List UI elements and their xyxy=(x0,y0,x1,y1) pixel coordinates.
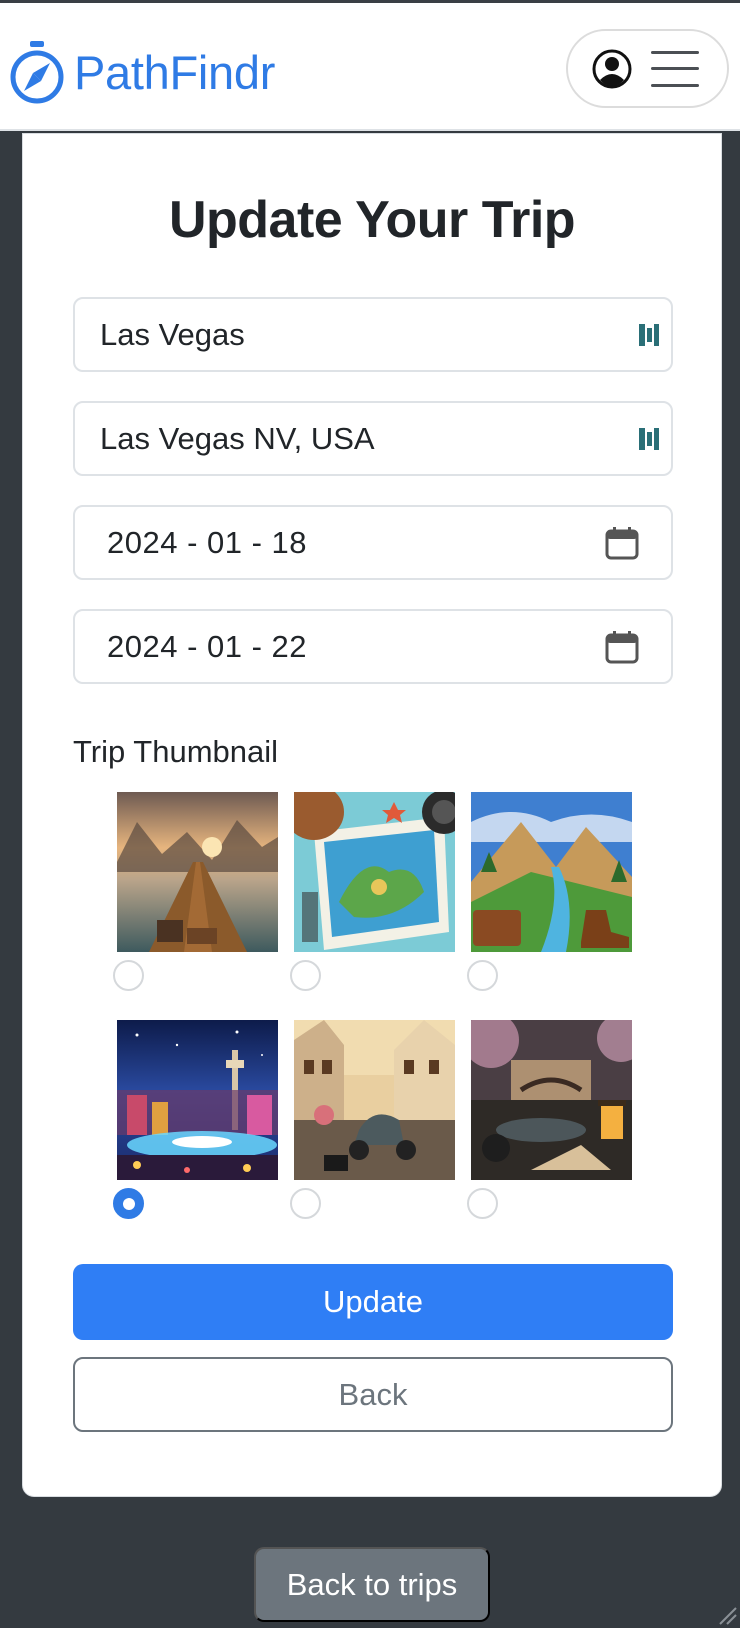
page-title: Update Your Trip xyxy=(168,191,576,249)
thumbnail-label: Trip Thumbnail xyxy=(73,734,279,769)
thumbnail-radio-european-street[interactable] xyxy=(290,1188,321,1219)
destination-field[interactable]: Las Vegas NV, USA xyxy=(73,401,673,476)
thumbnail-european-street[interactable] xyxy=(294,1020,455,1180)
user-circle-icon xyxy=(592,49,632,88)
thumbnail-radio-pier-sunset[interactable] xyxy=(113,960,144,991)
account-menu-button[interactable] xyxy=(566,29,729,108)
navbar: PathFindr xyxy=(0,0,740,131)
thumbnail-pier-sunset[interactable] xyxy=(117,792,278,952)
thumbnail-travel-map[interactable] xyxy=(294,792,455,952)
destination-value: Las Vegas NV, USA xyxy=(100,420,375,456)
thumbnail-mountain-valley[interactable] xyxy=(471,792,632,952)
thumbnail-radio-asian-garden[interactable] xyxy=(467,1188,498,1219)
password-manager-icon[interactable] xyxy=(637,424,661,454)
thumbnail-las-vegas[interactable] xyxy=(117,1020,278,1180)
compass-icon xyxy=(10,41,64,104)
brand-link[interactable]: PathFindr xyxy=(8,39,275,105)
end-date-value: 2024 - 01 - 22 xyxy=(107,628,308,664)
trip-name-value: Las Vegas xyxy=(100,316,245,352)
calendar-icon[interactable] xyxy=(605,630,639,664)
update-button[interactable]: Update xyxy=(73,1264,673,1340)
start-date-field[interactable]: 2024 - 01 - 18 xyxy=(73,505,673,580)
back-button[interactable]: Back xyxy=(73,1357,673,1432)
back-to-trips-button[interactable]: Back to trips xyxy=(254,1547,490,1622)
calendar-icon[interactable] xyxy=(605,526,639,560)
update-trip-card: Update Your Trip Las Vegas Las Vegas NV,… xyxy=(22,133,722,1497)
end-date-field[interactable]: 2024 - 01 - 22 xyxy=(73,609,673,684)
thumbnail-radio-las-vegas[interactable] xyxy=(113,1188,144,1219)
hamburger-icon xyxy=(651,50,699,87)
trip-name-field[interactable]: Las Vegas xyxy=(73,297,673,372)
thumbnail-asian-garden[interactable] xyxy=(471,1020,632,1180)
thumbnail-radio-mountain-valley[interactable] xyxy=(467,960,498,991)
password-manager-icon[interactable] xyxy=(637,320,661,350)
thumbnail-radio-travel-map[interactable] xyxy=(290,960,321,991)
brand-name: PathFindr xyxy=(74,45,276,99)
start-date-value: 2024 - 01 - 18 xyxy=(107,524,308,560)
resize-handle-icon[interactable] xyxy=(716,1604,738,1626)
